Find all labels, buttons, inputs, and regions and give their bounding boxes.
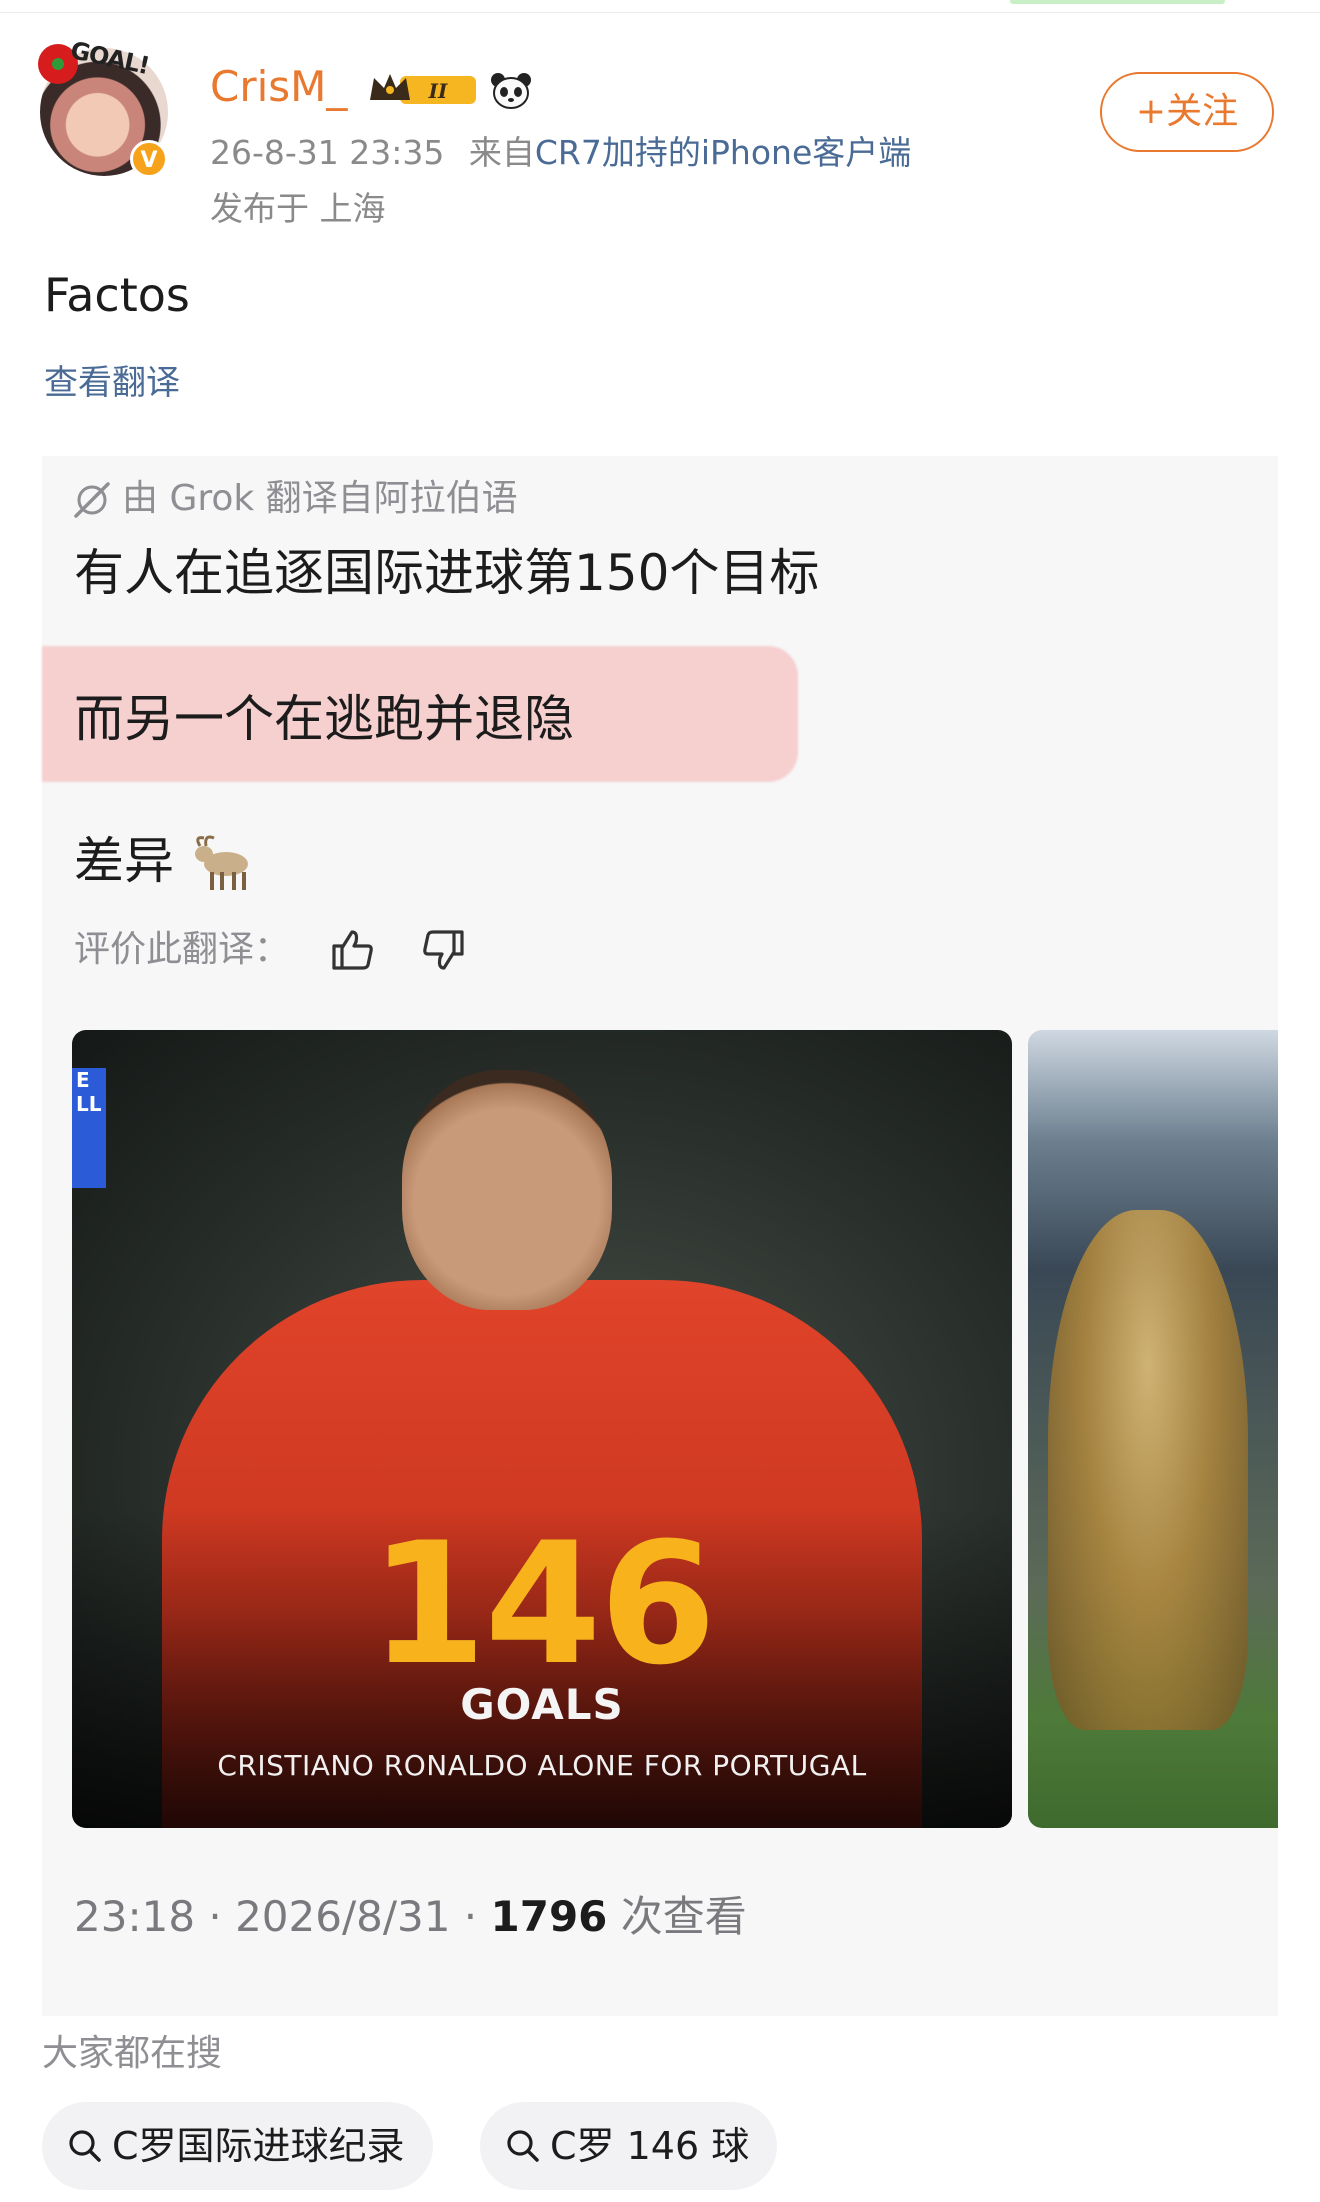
player-head-graphic	[402, 1070, 612, 1310]
post-timestamp: 26-8-31 23:35	[210, 133, 445, 172]
translation-line-3: 差异	[74, 832, 174, 890]
panda-icon	[491, 73, 531, 109]
translation-source-text: 由 Grok 翻译自阿拉伯语	[122, 478, 518, 519]
post-source-link[interactable]: CR7加持的iPhone客户端	[535, 133, 911, 172]
search-chip-label: C罗 146 球	[550, 2124, 750, 2168]
trending-search-label: 大家都在搜	[42, 2033, 223, 2074]
translation-source: 由 Grok 翻译自阿拉伯语	[72, 480, 518, 520]
image-corner-tag: E LL	[72, 1068, 106, 1188]
top-accent-bar	[1010, 0, 1225, 4]
thumb-down-icon[interactable]	[420, 926, 468, 974]
post-meta: 26-8-31 23:35 来自CR7加持的iPhone客户端	[210, 136, 911, 169]
goals-number: 146	[369, 1506, 717, 1702]
grok-logo-icon	[74, 482, 110, 518]
search-icon	[507, 2129, 539, 2162]
source-prefix: 来自	[468, 133, 535, 172]
post-datetime: 23:18 · 2026/8/31 ·	[74, 1892, 491, 1941]
post-text: Factos	[44, 268, 190, 322]
goat-emoji-icon	[195, 835, 248, 890]
search-chip-label: C罗国际进球纪录	[112, 2124, 405, 2168]
avatar[interactable]: GOAL! V	[38, 36, 168, 178]
translation-card: 由 Grok 翻译自阿拉伯语 有人在追逐国际进球第150个目标 而另一个在逃跑并…	[42, 456, 1278, 2016]
thumb-up-icon[interactable]	[328, 926, 376, 974]
rate-translation-label: 评价此翻译：	[74, 929, 291, 970]
translation-line-2: 而另一个在逃跑并退隐	[74, 690, 574, 748]
post-stats: 23:18 · 2026/8/31 · 1796 次查看	[74, 1896, 747, 1938]
translation-line-1: 有人在追逐国际进球第150个目标	[74, 544, 820, 602]
goals-label: GOALS	[460, 1680, 624, 1729]
image-caption: CRISTIANO RONALDO ALONE FOR PORTUGAL	[217, 1749, 867, 1782]
username[interactable]: CrisM_	[210, 66, 347, 108]
verified-badge-icon: V	[130, 140, 168, 178]
post-location: 发布于 上海	[210, 189, 386, 228]
post-image-second[interactable]	[1028, 1030, 1278, 1828]
goal-sticker: GOAL!	[67, 36, 152, 80]
search-chip[interactable]: C罗国际进球纪录	[42, 2102, 433, 2190]
trophy-graphic	[1048, 1210, 1248, 1730]
top-divider	[0, 0, 1320, 13]
view-translation-link[interactable]: 查看翻译	[44, 366, 180, 400]
follow-button[interactable]: +关注	[1100, 72, 1274, 152]
post-image-main[interactable]: E LL 146 GOALS CRISTIANO RONALDO ALONE F…	[72, 1030, 1012, 1828]
view-count-suffix: 次查看	[607, 1892, 747, 1941]
search-icon	[69, 2129, 101, 2162]
level-badge-text: II	[428, 79, 448, 103]
view-count: 1796	[490, 1892, 608, 1941]
crown-level-badge-icon[interactable]: II	[366, 70, 482, 110]
search-chip[interactable]: C罗 146 球	[480, 2102, 778, 2190]
